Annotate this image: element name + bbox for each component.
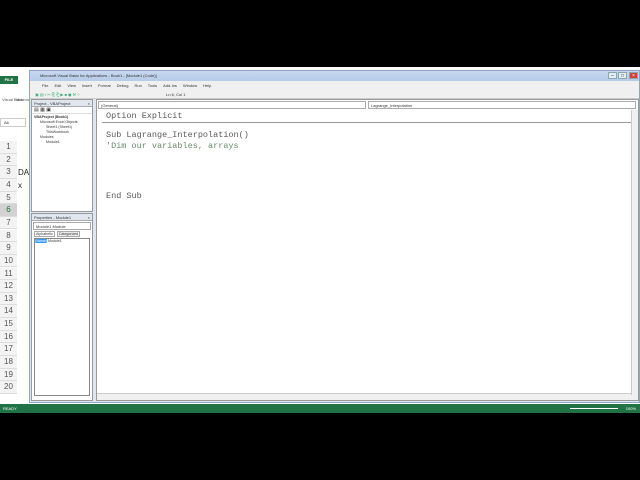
row-header[interactable]: 16 <box>0 330 17 344</box>
vbe-window: Microsoft Visual Basic for Applications … <box>29 70 640 403</box>
zoom-level[interactable]: 100% <box>626 404 636 413</box>
code-line[interactable]: End Sub <box>106 191 142 201</box>
row-header[interactable]: 11 <box>0 267 17 281</box>
row-header[interactable]: 20 <box>0 381 17 394</box>
row-header[interactable]: 1 <box>0 141 17 154</box>
property-value[interactable]: Module1 <box>48 239 62 243</box>
name-box[interactable]: A6 <box>0 118 26 127</box>
close-icon[interactable]: × <box>88 100 90 107</box>
zoom-slider[interactable] <box>570 408 618 409</box>
procedure-separator <box>102 122 632 123</box>
toolbar-icons[interactable]: ▣ ▤ ▪ ✂ ⎘ ⎗ ▶ ■ ◼ ⚒ ? <box>35 90 165 99</box>
menu-bar: File Edit View Insert Format Debug Run Tools Add… <box>30 81 639 90</box>
row-header[interactable]: 12 <box>0 280 17 293</box>
project-header: Project - VBAProject × <box>32 100 92 107</box>
row-header[interactable]: 6 <box>0 204 17 217</box>
menu-tools[interactable]: Tools <box>148 83 157 88</box>
row-header[interactable]: 8 <box>0 229 17 243</box>
minimize-button[interactable]: – <box>608 72 617 79</box>
close-button[interactable]: × <box>629 72 638 79</box>
file-tab[interactable]: FILE <box>0 76 18 84</box>
row-header[interactable]: 2 <box>0 153 17 167</box>
close-icon[interactable]: × <box>88 214 90 221</box>
code-window: (General) Lagrange_Interpolation Option … <box>96 99 639 401</box>
menu-debug[interactable]: Debug <box>117 83 129 88</box>
tab-categorized[interactable]: Categorized <box>56 231 81 237</box>
row-header[interactable]: 17 <box>0 343 17 356</box>
properties-window: Properties - Module1 × Module1 Module Alp… <box>31 213 93 401</box>
project-toolbar[interactable]: ▤ ▦ ▣ <box>32 107 92 114</box>
horizontal-scrollbar[interactable] <box>97 393 638 400</box>
row-header[interactable]: 14 <box>0 305 17 319</box>
menu-run[interactable]: Run <box>134 83 141 88</box>
code-comment[interactable]: 'Dim our variables, arrays <box>106 141 239 151</box>
code-line[interactable]: Sub Lagrange_Interpolation() <box>106 130 249 140</box>
properties-header: Properties - Module1 × <box>32 214 92 221</box>
status-bar: READY 100% <box>0 404 640 413</box>
status-text: READY <box>3 406 17 411</box>
menu-edit[interactable]: Edit <box>54 83 61 88</box>
cell-a3[interactable]: DA <box>18 168 29 177</box>
row-header[interactable]: 18 <box>0 356 17 369</box>
maximize-button[interactable]: □ <box>618 72 627 79</box>
menu-help[interactable]: Help <box>203 83 211 88</box>
row-header[interactable]: 19 <box>0 368 17 382</box>
object-select[interactable]: Module1 Module <box>33 222 91 230</box>
menu-format[interactable]: Format <box>98 83 111 88</box>
toolbar: ▣ ▤ ▪ ✂ ⎘ ⎗ ▶ ■ ◼ ⚒ ? Ln 6, Col 1 <box>30 90 639 99</box>
property-name[interactable]: (Name) <box>35 239 47 243</box>
row-header[interactable]: 10 <box>0 254 17 268</box>
row-header[interactable]: 9 <box>0 242 17 255</box>
cell-a4[interactable]: x <box>18 181 22 190</box>
menu-add-ins[interactable]: Add-Ins <box>163 83 177 88</box>
menu-view[interactable]: View <box>67 83 76 88</box>
row-header[interactable]: 4 <box>0 178 17 192</box>
macros-button[interactable]: Macros <box>16 97 29 102</box>
menu-window[interactable]: Window <box>183 83 197 88</box>
row-header[interactable]: 15 <box>0 318 17 331</box>
code-line[interactable]: Option Explicit <box>106 111 183 121</box>
row-header[interactable]: 5 <box>0 191 17 205</box>
title-bar: Microsoft Visual Basic for Applications … <box>30 71 639 81</box>
row-header[interactable]: 7 <box>0 216 17 230</box>
row-header[interactable]: 3 <box>0 166 17 179</box>
tab-alphabetic[interactable]: Alphabetic <box>34 231 55 237</box>
object-dropdown[interactable]: (General) <box>98 101 366 109</box>
vertical-scrollbar[interactable] <box>631 110 638 395</box>
menu-file[interactable]: File <box>42 83 48 88</box>
menu-insert[interactable]: Insert <box>82 83 92 88</box>
tree-module1[interactable]: Module1 <box>34 140 90 145</box>
cursor-position: Ln 6, Col 1 <box>166 92 186 97</box>
row-header[interactable]: 13 <box>0 292 17 306</box>
project-explorer: Project - VBAProject × ▤ ▦ ▣ VBAProject (… <box>31 99 93 212</box>
procedure-dropdown[interactable]: Lagrange_Interpolation <box>368 101 636 109</box>
